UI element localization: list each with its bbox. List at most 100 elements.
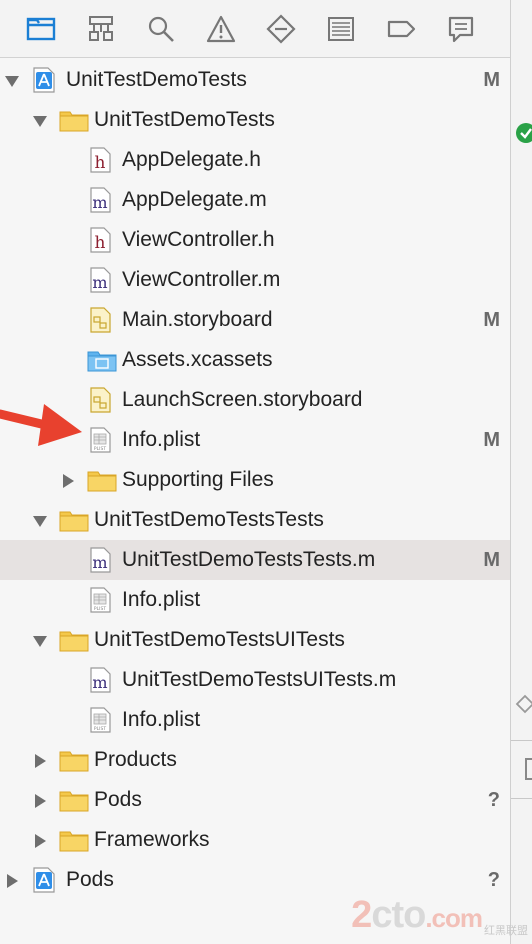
editor-edge — [510, 0, 532, 944]
disclosure-expanded-icon[interactable] — [4, 73, 20, 89]
project-icon — [31, 67, 57, 93]
disclosure-collapsed-icon[interactable] — [4, 873, 20, 889]
tree-row[interactable]: m UnitTestDemoTestsUITests.m — [0, 660, 510, 700]
assets-folder-icon — [87, 347, 117, 373]
plist-icon: PLIST — [87, 427, 113, 453]
folder-icon — [59, 627, 89, 653]
tree-item-label: Products — [94, 748, 177, 771]
storyboard-icon — [87, 307, 113, 333]
folder-icon — [59, 827, 89, 853]
source-file-icon: m — [87, 667, 113, 693]
tree-item-label: Info.plist — [122, 588, 201, 611]
debug-list-icon — [328, 17, 354, 41]
tree-item-label: Main.storyboard — [122, 308, 273, 331]
folder-icon — [59, 787, 89, 813]
diamond-marker-icon — [515, 694, 532, 714]
svg-text:h: h — [95, 153, 106, 173]
svg-text:PLIST: PLIST — [94, 726, 106, 732]
tree-item-label: Info.plist — [122, 708, 201, 731]
hierarchy-icon — [89, 16, 113, 41]
folder-icon — [59, 507, 89, 533]
scm-status-badge: M — [483, 549, 500, 571]
tree-item-label: UnitTestDemoTestsUITests.m — [122, 668, 397, 691]
tree-row[interactable]: h AppDelegate.h — [0, 140, 510, 180]
test-navigator-tab[interactable] — [264, 13, 298, 45]
tree-row[interactable]: UnitTestDemoTests — [0, 100, 510, 140]
tree-row[interactable]: Frameworks — [0, 820, 510, 860]
storyboard-icon — [87, 387, 113, 413]
svg-text:m: m — [92, 673, 107, 692]
watermark-logo: 2cto.com — [351, 894, 483, 936]
search-icon — [148, 16, 174, 42]
svg-text:m: m — [92, 553, 107, 572]
disclosure-collapsed-icon[interactable] — [32, 753, 48, 769]
panel-edge-icon — [525, 758, 532, 780]
tree-row[interactable]: UnitTestDemoTests M — [0, 60, 510, 100]
divider — [511, 740, 532, 741]
tree-row[interactable]: UnitTestDemoTestsTests — [0, 500, 510, 540]
tree-row[interactable]: Main.storyboard M — [0, 300, 510, 340]
project-icon — [31, 867, 57, 893]
disclosure-expanded-icon[interactable] — [32, 113, 48, 129]
test-diamond-icon — [266, 14, 296, 44]
svg-text:m: m — [92, 273, 107, 292]
breakpoint-navigator-tab[interactable] — [384, 13, 418, 45]
find-navigator-tab[interactable] — [144, 13, 178, 45]
tree-item-label: AppDelegate.h — [122, 148, 261, 171]
folder-icon — [87, 467, 117, 493]
tree-item-label: ViewController.m — [122, 268, 281, 291]
report-icon — [448, 16, 474, 43]
plist-icon: PLIST — [87, 587, 113, 613]
tree-row[interactable]: m UnitTestDemoTestsTests.m M — [0, 540, 510, 580]
red-arrow-annotation — [0, 404, 82, 446]
tree-item-label: Info.plist — [122, 428, 201, 451]
disclosure-expanded-icon[interactable] — [32, 633, 48, 649]
tree-item-label: ViewController.h — [122, 228, 275, 251]
watermark-side-text: 红黑联盟 — [484, 925, 528, 937]
tree-item-label: UnitTestDemoTestsTests.m — [122, 548, 376, 571]
tree-item-label: UnitTestDemoTests — [94, 108, 275, 131]
svg-text:m: m — [92, 193, 107, 212]
svg-text:PLIST: PLIST — [94, 606, 106, 612]
disclosure-collapsed-icon[interactable] — [32, 833, 48, 849]
svg-text:PLIST: PLIST — [94, 446, 106, 452]
tree-row[interactable]: Pods? — [0, 780, 510, 820]
tree-row[interactable]: PLIST Info.plist — [0, 700, 510, 740]
tree-item-label: Supporting Files — [122, 468, 274, 491]
disclosure-expanded-icon[interactable] — [32, 513, 48, 529]
tree-item-label: Assets.xcassets — [122, 348, 273, 371]
tree-item-label: UnitTestDemoTestsTests — [94, 508, 324, 531]
scm-status-badge: ? — [487, 789, 500, 811]
svg-text:h: h — [95, 233, 106, 253]
tree-row[interactable]: Supporting Files — [0, 460, 510, 500]
test-pass-check-icon — [516, 123, 532, 143]
scm-status-badge: M — [483, 309, 500, 331]
breakpoint-icon — [387, 20, 416, 38]
debug-navigator-tab[interactable] — [324, 13, 358, 45]
tree-row[interactable]: m AppDelegate.m — [0, 180, 510, 220]
issue-navigator-tab[interactable] — [204, 13, 238, 45]
watermark: 2cto.com 红黑联盟 — [351, 895, 528, 938]
navigator-toolbar — [0, 0, 510, 58]
disclosure-collapsed-icon[interactable] — [32, 793, 48, 809]
project-navigator-tab[interactable] — [24, 13, 58, 45]
tree-row[interactable]: h ViewController.h — [0, 220, 510, 260]
tree-item-label: LaunchScreen.storyboard — [122, 388, 363, 411]
tree-row[interactable]: Assets.xcassets — [0, 340, 510, 380]
tree-row[interactable]: UnitTestDemoTestsUITests — [0, 620, 510, 660]
header-file-icon: h — [87, 147, 113, 173]
header-file-icon: h — [87, 227, 113, 253]
tree-row[interactable]: Pods? — [0, 860, 510, 900]
disclosure-collapsed-icon[interactable] — [60, 473, 76, 489]
divider — [511, 798, 532, 799]
symbol-navigator-tab[interactable] — [84, 13, 118, 45]
tree-item-label: UnitTestDemoTests — [66, 68, 247, 91]
report-navigator-tab[interactable] — [444, 13, 478, 45]
tree-item-label: UnitTestDemoTestsUITests — [94, 628, 345, 651]
folder-icon — [26, 17, 56, 41]
tree-item-label: Pods — [94, 788, 142, 811]
tree-row[interactable]: m ViewController.m — [0, 260, 510, 300]
source-file-icon: m — [87, 267, 113, 293]
tree-row[interactable]: Products — [0, 740, 510, 780]
tree-row[interactable]: PLIST Info.plist — [0, 580, 510, 620]
